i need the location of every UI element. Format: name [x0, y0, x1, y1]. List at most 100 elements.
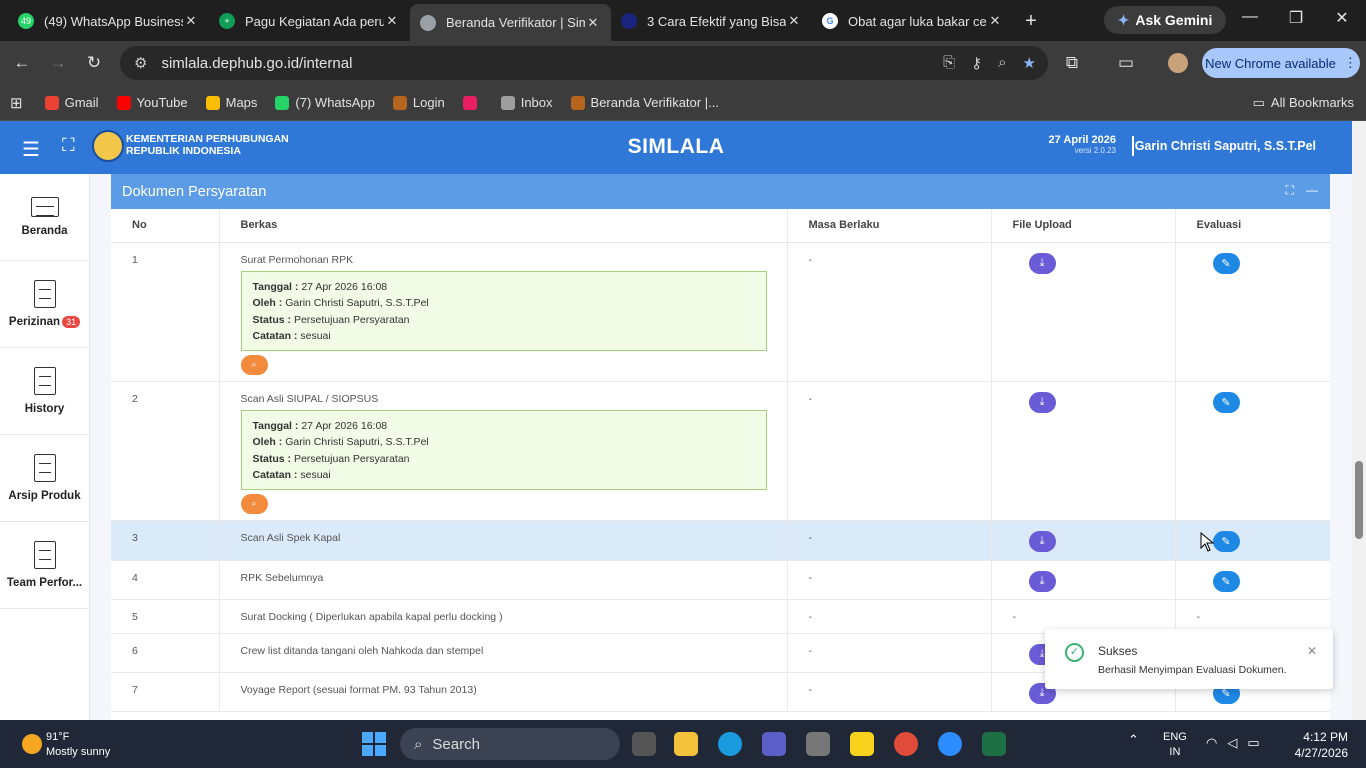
bookmark-item[interactable]: Maps [205, 95, 257, 110]
edge-icon[interactable] [718, 732, 742, 756]
address-bar[interactable]: ⚙ simlala.dephub.go.id/internal ⎘ ⚷ ⌕ ★ [120, 46, 1048, 80]
bookmark-item[interactable]: YouTube [116, 95, 188, 110]
browser-tab[interactable]: 49 (49) WhatsApp Business ✕ [8, 4, 209, 38]
tab-title: Beranda Verifikator | Sim [446, 15, 585, 30]
install-icon[interactable]: ⎘ [943, 54, 955, 72]
zoom-app-icon[interactable] [938, 732, 962, 756]
bookmark-item[interactable]: Beranda Verifikator |... [570, 95, 719, 110]
weather-widget[interactable]: 91°F Mostly sunny [22, 730, 110, 760]
start-button[interactable] [362, 732, 386, 756]
reload-icon[interactable]: ↻ [76, 53, 112, 73]
app-icon[interactable] [762, 732, 786, 756]
download-icon[interactable]: ⤓ [1028, 391, 1056, 413]
collapse-icon[interactable]: — [1306, 183, 1318, 198]
header-user-name[interactable]: Garin Christi Saputri, S.S.T.Pel [1135, 139, 1316, 153]
scrollbar-thumb[interactable] [1355, 461, 1363, 539]
volume-icon[interactable]: ◁ [1227, 735, 1237, 751]
row-number: 6 [111, 633, 220, 673]
bookmark-icon [205, 95, 220, 110]
header-divider [1132, 136, 1134, 156]
chevron-up-icon[interactable]: ⌃ [1128, 732, 1139, 748]
browser-tab[interactable]: Beranda Verifikator | Sim ✕ [410, 4, 611, 41]
battery-icon[interactable]: ▭ [1247, 735, 1259, 751]
bookmark-item[interactable]: Inbox [500, 95, 553, 110]
toast-close-icon[interactable]: ✕ [1307, 644, 1317, 658]
masa-berlaku-cell: - [787, 381, 992, 521]
file-explorer-icon[interactable] [674, 732, 698, 756]
tab-favicon-icon: 49 [18, 13, 34, 29]
sidebar-item-arsip-produk[interactable]: Arsip Produk [0, 435, 89, 522]
download-icon[interactable]: ⤓ [1028, 252, 1056, 274]
back-icon[interactable]: ← [4, 53, 40, 73]
sidebar-item-beranda[interactable]: Beranda [0, 174, 89, 261]
bookmark-item[interactable] [462, 95, 483, 110]
masa-berlaku-cell: - [787, 672, 992, 712]
evaluasi-cell: - [1175, 599, 1330, 634]
zoom-icon[interactable]: ⌕ [998, 54, 1006, 72]
table-header-row: No Berkas Masa Berlaku File Upload Evaluasi [111, 209, 1330, 243]
edit-icon[interactable]: ✎ [1212, 570, 1240, 592]
all-bookmarks-button[interactable]: ▭ All Bookmarks [1253, 95, 1354, 111]
bookmark-icon [462, 95, 477, 110]
more-icon: ⋮ [1343, 55, 1357, 70]
tab-close-icon[interactable]: ✕ [786, 13, 802, 29]
new-chrome-button[interactable]: New Chrome available ⋮ [1202, 48, 1360, 78]
browser-tab[interactable]: G Obat agar luka bakar cep ✕ [812, 4, 1013, 38]
camera-icon[interactable] [806, 732, 830, 756]
browser-toolbar: ← → ↻ ⚙ simlala.dephub.go.id/internal ⎘ … [0, 41, 1366, 85]
expand-icon[interactable]: ⛶ [1286, 183, 1294, 198]
tab-close-icon[interactable]: ✕ [987, 13, 1003, 29]
language-indicator[interactable]: ENG IN [1163, 730, 1187, 760]
chrome-icon[interactable] [894, 732, 918, 756]
profile-avatar[interactable] [1168, 53, 1188, 73]
tab-close-icon[interactable]: ✕ [384, 13, 400, 29]
sidebar-item-label: Beranda [21, 225, 68, 237]
edit-icon[interactable]: ✎ [1212, 252, 1240, 274]
edit-icon[interactable]: ✎ [1212, 530, 1240, 552]
table-row: 2 Scan Asli SIUPAL / SIOPSUS Tanggal : 27 … [111, 381, 1330, 521]
berkas-name: Scan Asli Spek Kapal [240, 531, 341, 544]
extensions-icon[interactable]: ⧉ [1054, 53, 1090, 73]
sidebar-item-history[interactable]: History [0, 348, 89, 435]
bookmark-item[interactable]: (7) WhatsApp [275, 95, 375, 110]
tab-close-icon[interactable]: ✕ [183, 13, 199, 29]
clock[interactable]: 4:12 PM 4/27/2026 [1295, 729, 1348, 761]
table-row: 4 RPK Sebelumnya - ⤓ ✎ [111, 560, 1330, 600]
close-window-button[interactable]: ✕ [1322, 8, 1362, 28]
star-icon[interactable]: ★ [1023, 54, 1036, 72]
bookmark-icon [500, 95, 515, 110]
ask-gemini-button[interactable]: ✦ Ask Gemini [1104, 6, 1226, 34]
url-text[interactable]: simlala.dephub.go.id/internal [161, 55, 352, 72]
wifi-icon[interactable]: ◠ [1206, 735, 1217, 751]
maximize-button[interactable]: ❐ [1276, 8, 1316, 28]
detail-search-button[interactable]: ⌕ [240, 354, 268, 375]
sidebar-item-perizinan[interactable]: Perizinan 31 [0, 261, 89, 348]
bookmark-item[interactable]: Gmail [44, 95, 99, 110]
key-icon[interactable]: ⚷ [971, 54, 982, 72]
download-icon[interactable]: ⤓ [1028, 530, 1056, 552]
document-icon [33, 541, 56, 569]
system-tray: ⌃ [1128, 732, 1139, 748]
task-view-icon[interactable] [632, 732, 656, 756]
cast-icon[interactable]: ▭ [1108, 53, 1144, 73]
edit-icon[interactable]: ✎ [1212, 391, 1240, 413]
apps-grid-icon[interactable]: ⊞ [10, 94, 23, 112]
browser-tab[interactable]: + Pagu Kegiatan Ada perub ✕ [209, 4, 410, 38]
excel-icon[interactable] [982, 732, 1006, 756]
download-icon[interactable]: ⤓ [1028, 570, 1056, 592]
tab-close-icon[interactable]: ✕ [585, 15, 601, 31]
bookmark-item[interactable]: Login [392, 95, 445, 110]
forward-icon[interactable]: → [40, 53, 76, 73]
sticky-notes-icon[interactable] [850, 732, 874, 756]
new-tab-icon[interactable]: + [1013, 10, 1049, 33]
evaluasi-cell: ✎ [1175, 381, 1330, 521]
sidebar-item-team-perfor[interactable]: Team Perfor... [0, 522, 89, 609]
browser-tab[interactable]: 3 Cara Efektif yang Bisa D ✕ [611, 4, 812, 38]
page-scrollbar[interactable] [1352, 121, 1366, 720]
minimize-button[interactable]: — [1230, 8, 1270, 26]
site-info-icon[interactable]: ⚙ [134, 54, 147, 72]
taskbar-search[interactable]: ⌕ Search [400, 728, 620, 760]
berkas-cell: Scan Asli Spek Kapal [219, 520, 788, 561]
app-header: ☰ ⛶ KEMENTERIAN PERHUBUNGAN REPUBLIK IND… [0, 121, 1352, 174]
detail-search-button[interactable]: ⌕ [240, 493, 268, 514]
